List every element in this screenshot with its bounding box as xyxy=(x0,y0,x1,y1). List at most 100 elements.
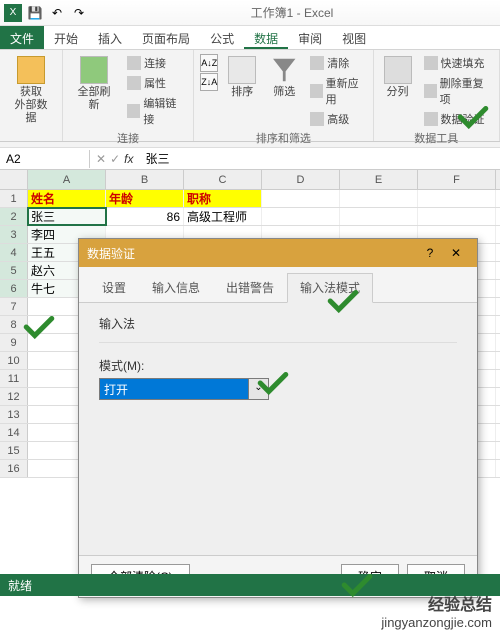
properties-icon xyxy=(127,76,141,90)
tab-home[interactable]: 开始 xyxy=(44,26,88,49)
row-header[interactable]: 11 xyxy=(0,370,28,387)
col-header-a[interactable]: A xyxy=(28,170,106,189)
dialog-titlebar[interactable]: 数据验证 ? ✕ xyxy=(79,239,477,267)
tab-insert[interactable]: 插入 xyxy=(88,26,132,49)
cell[interactable]: 年龄 xyxy=(106,190,184,207)
cell[interactable]: 职称 xyxy=(184,190,262,207)
dup-icon xyxy=(424,84,437,98)
chevron-down-icon[interactable]: ⌄ xyxy=(249,378,269,400)
column-headers: A B C D E F xyxy=(0,170,500,190)
edit-links-icon xyxy=(127,104,140,118)
dlg-tab-ime[interactable]: 输入法模式 xyxy=(287,273,373,303)
row-header[interactable]: 1 xyxy=(0,190,28,207)
properties-button[interactable]: 属性 xyxy=(125,74,187,92)
flash-fill-button[interactable]: 快速填充 xyxy=(422,54,493,72)
tab-layout[interactable]: 页面布局 xyxy=(132,26,200,49)
tab-data[interactable]: 数据 xyxy=(244,26,288,49)
ime-section-label: 输入法 xyxy=(99,315,457,332)
cancel-formula-icon[interactable]: ✕ xyxy=(96,152,106,166)
tab-formulas[interactable]: 公式 xyxy=(200,26,244,49)
row-header[interactable]: 15 xyxy=(0,442,28,459)
sort-az-buttons: A↓Z Z↓A xyxy=(200,54,218,91)
group-external-data: 获取 外部数据 xyxy=(0,50,63,141)
cell[interactable] xyxy=(340,208,418,225)
cell[interactable]: 张三 xyxy=(28,208,106,225)
title-bar: X 💾 ↶ ↷ 工作簿1 - Excel xyxy=(0,0,500,26)
row-header[interactable]: 8 xyxy=(0,316,28,333)
row-header[interactable]: 13 xyxy=(0,406,28,423)
select-all-corner[interactable] xyxy=(0,170,28,189)
row-header[interactable]: 6 xyxy=(0,280,28,297)
row-header[interactable]: 4 xyxy=(0,244,28,261)
excel-icon: X xyxy=(4,4,22,22)
row-header[interactable]: 5 xyxy=(0,262,28,279)
col-header-e[interactable]: E xyxy=(340,170,418,189)
data-validation-button[interactable]: 数据验证 xyxy=(422,110,493,128)
ribbon-tabs: 文件 开始 插入 页面布局 公式 数据 审阅 视图 xyxy=(0,26,500,50)
group-data-tools: 分列 快速填充 删除重复项 数据验证 数据工具 xyxy=(374,50,500,141)
dialog-title: 数据验证 xyxy=(87,245,417,262)
cell[interactable]: 86 xyxy=(106,208,184,225)
cell[interactable] xyxy=(262,208,340,225)
cell[interactable] xyxy=(340,190,418,207)
get-external-data-button[interactable]: 获取 外部数据 xyxy=(6,54,56,128)
clear-filter-button[interactable]: 清除 xyxy=(308,54,366,72)
col-header-d[interactable]: D xyxy=(262,170,340,189)
sort-asc-button[interactable]: A↓Z xyxy=(200,54,218,72)
undo-icon[interactable]: ↶ xyxy=(48,4,66,22)
filter-button[interactable]: 筛选 xyxy=(266,54,302,101)
col-header-f[interactable]: F xyxy=(418,170,496,189)
connections-icon xyxy=(127,56,141,70)
cell[interactable]: 姓名 xyxy=(28,190,106,207)
save-icon[interactable]: 💾 xyxy=(26,4,44,22)
accept-formula-icon[interactable]: ✓ xyxy=(110,152,120,166)
formula-input[interactable]: 张三 xyxy=(139,148,500,169)
remove-duplicates-button[interactable]: 删除重复项 xyxy=(422,74,493,108)
reapply-button[interactable]: 重新应用 xyxy=(308,74,366,108)
dlg-tab-input[interactable]: 输入信息 xyxy=(139,273,213,302)
name-box[interactable]: A2 xyxy=(0,150,90,168)
fx-icon[interactable]: fx xyxy=(124,152,133,166)
dialog-help-button[interactable]: ? xyxy=(417,246,443,260)
external-data-icon xyxy=(17,56,45,84)
mode-value[interactable]: 打开 xyxy=(99,378,249,400)
row-header[interactable]: 10 xyxy=(0,352,28,369)
col-header-c[interactable]: C xyxy=(184,170,262,189)
tab-file[interactable]: 文件 xyxy=(0,26,44,49)
cell[interactable] xyxy=(418,190,496,207)
redo-icon[interactable]: ↷ xyxy=(70,4,88,22)
cell[interactable]: 高级工程师 xyxy=(184,208,262,225)
data-validation-dialog: 数据验证 ? ✕ 设置 输入信息 出错警告 输入法模式 输入法 模式(M): 打… xyxy=(78,238,478,598)
dlg-tab-settings[interactable]: 设置 xyxy=(89,273,139,302)
advanced-icon xyxy=(310,112,324,126)
dialog-body: 输入法 模式(M): 打开 ⌄ xyxy=(79,303,477,563)
cell[interactable] xyxy=(418,208,496,225)
mode-combobox[interactable]: 打开 ⌄ xyxy=(99,378,269,400)
row-header[interactable]: 16 xyxy=(0,460,28,477)
cell[interactable] xyxy=(262,190,340,207)
edit-links-button[interactable]: 编辑链接 xyxy=(125,94,187,128)
row-header[interactable]: 2 xyxy=(0,208,28,225)
text-to-columns-button[interactable]: 分列 xyxy=(380,54,416,101)
sort-desc-button[interactable]: Z↓A xyxy=(200,73,218,91)
connections-button[interactable]: 连接 xyxy=(125,54,187,72)
row-header[interactable]: 12 xyxy=(0,388,28,405)
row-header[interactable]: 7 xyxy=(0,298,28,315)
col-header-b[interactable]: B xyxy=(106,170,184,189)
quick-access-toolbar: X 💾 ↶ ↷ xyxy=(4,4,88,22)
dialog-close-button[interactable]: ✕ xyxy=(443,246,469,260)
row-header[interactable]: 3 xyxy=(0,226,28,243)
row-header[interactable]: 14 xyxy=(0,424,28,441)
group-sort-filter: A↓Z Z↓A 排序 筛选 清除 重新应用 高级 排序和筛选 xyxy=(194,50,373,141)
grid-row: 2张三86高级工程师 xyxy=(0,208,500,226)
refresh-icon xyxy=(80,56,108,84)
tab-view[interactable]: 视图 xyxy=(332,26,376,49)
row-header[interactable]: 9 xyxy=(0,334,28,351)
validation-icon xyxy=(424,112,438,126)
sort-button[interactable]: 排序 xyxy=(224,54,260,101)
refresh-all-button[interactable]: 全部刷新 xyxy=(69,54,119,114)
advanced-filter-button[interactable]: 高级 xyxy=(308,110,366,128)
dlg-tab-error[interactable]: 出错警告 xyxy=(213,273,287,302)
group-connections: 全部刷新 连接 属性 编辑链接 连接 xyxy=(63,50,194,141)
tab-review[interactable]: 审阅 xyxy=(288,26,332,49)
